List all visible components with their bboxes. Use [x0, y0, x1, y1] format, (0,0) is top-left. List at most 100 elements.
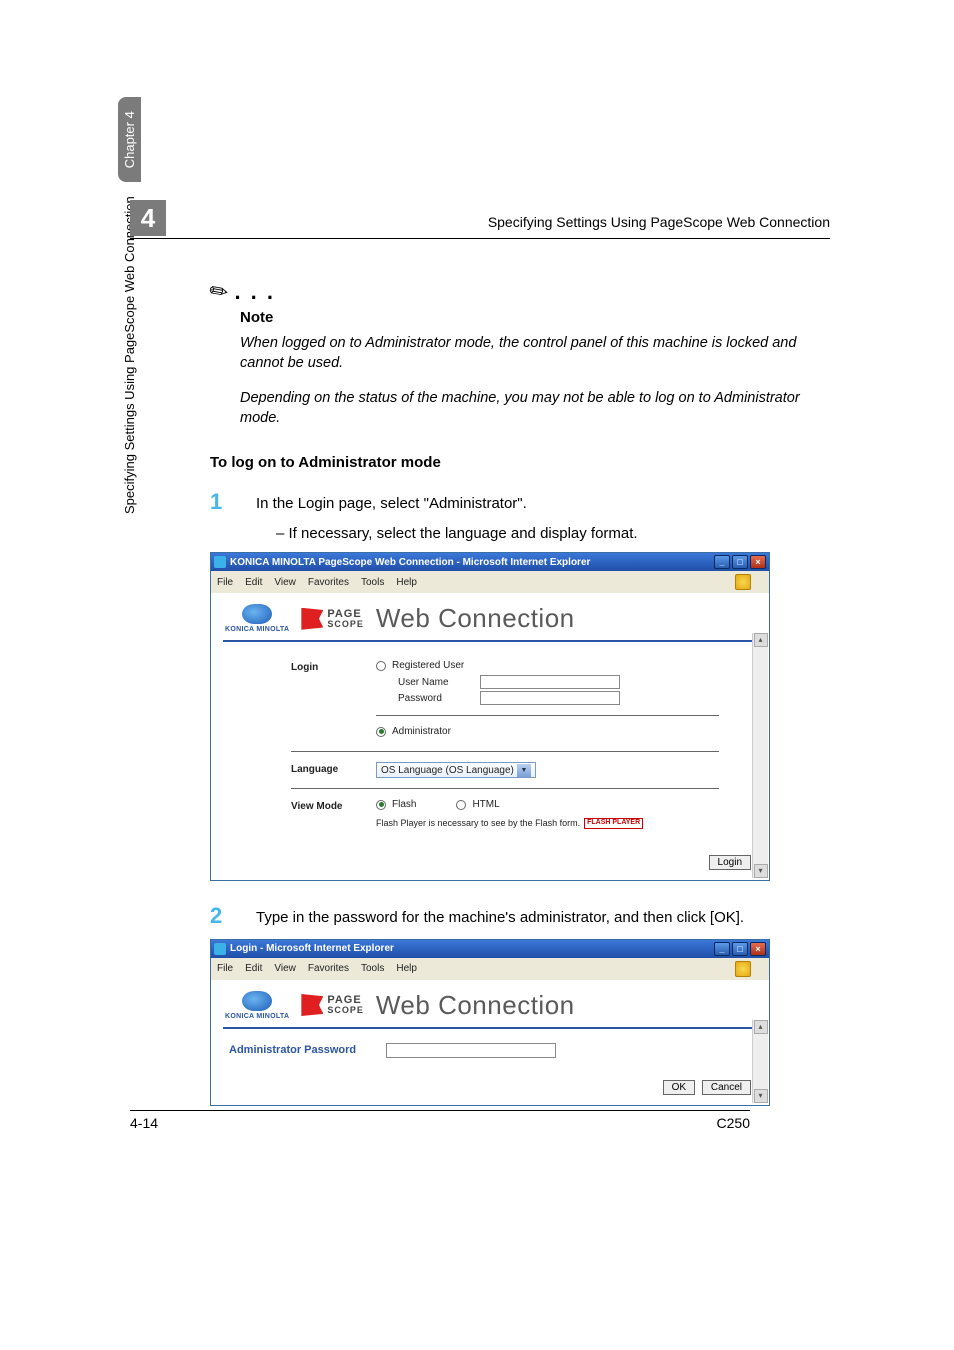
html-label: HTML	[472, 799, 499, 810]
minimize-button[interactable]: _	[714, 555, 730, 569]
globe-icon	[242, 991, 272, 1011]
globe-icon	[242, 604, 272, 624]
web-connection-text: Web Connection	[376, 603, 575, 634]
browser-1-content: ▴ ▾ KONICA MINOLTA PAGE SCOPE Web Connec…	[211, 593, 769, 879]
footer-model: C250	[717, 1115, 750, 1131]
menu-tools[interactable]: Tools	[361, 577, 384, 588]
page-header: 4 Specifying Settings Using PageScope We…	[130, 200, 830, 239]
login-form: Login Registered User User Name Password	[211, 642, 769, 848]
registered-user-label: Registered User	[392, 660, 464, 671]
ps-line2: SCOPE	[327, 1006, 364, 1014]
language-label: Language	[291, 762, 376, 775]
ps-line2: SCOPE	[327, 620, 364, 628]
language-select[interactable]: OS Language (OS Language) ▼	[376, 762, 536, 778]
titlebar-1-text: KONICA MINOLTA PageScope Web Connection …	[230, 557, 714, 568]
maximize-button[interactable]: □	[732, 555, 748, 569]
flash-label: Flash	[392, 799, 416, 810]
scroll-up-button[interactable]: ▴	[754, 633, 768, 647]
menu-file[interactable]: File	[217, 963, 233, 974]
konica-text: KONICA MINOLTA	[225, 1013, 289, 1020]
page-body: 4 Specifying Settings Using PageScope We…	[130, 200, 830, 1128]
banner-1: KONICA MINOLTA PAGE SCOPE Web Connection	[211, 593, 769, 640]
step-1: 1 In the Login page, select "Administrat…	[210, 489, 830, 515]
close-button[interactable]: ×	[750, 942, 766, 956]
chevron-down-icon: ▼	[517, 764, 531, 777]
banner-2: KONICA MINOLTA PAGE SCOPE Web Connection	[211, 980, 769, 1027]
ie-icon	[214, 943, 226, 955]
menu-view[interactable]: View	[274, 963, 296, 974]
footer-page: 4-14	[130, 1115, 158, 1131]
scrollbar[interactable]: ▴ ▾	[752, 1020, 768, 1103]
radio-registered-user[interactable]	[376, 661, 386, 671]
pen-icon: ✎	[204, 276, 234, 308]
menu-view[interactable]: View	[274, 577, 296, 588]
ie-throbber-icon	[735, 574, 751, 590]
admin-password-label: Administrator Password	[229, 1044, 356, 1056]
page-footer: 4-14 C250	[130, 1110, 750, 1131]
menu-favorites[interactable]: Favorites	[308, 577, 349, 588]
note-icon-row: ✎ . . .	[210, 279, 830, 305]
admin-password-input[interactable]	[386, 1043, 556, 1058]
divider-2	[291, 751, 719, 752]
maximize-button[interactable]: □	[732, 942, 748, 956]
menu-edit[interactable]: Edit	[245, 577, 262, 588]
password-label: Password	[398, 693, 468, 704]
side-chapter-label: Chapter 4	[118, 97, 141, 182]
menu-file[interactable]: File	[217, 577, 233, 588]
viewmode-label: View Mode	[291, 799, 376, 812]
radio-flash[interactable]	[376, 800, 386, 810]
flash-note: Flash Player is necessary to see by the …	[376, 818, 580, 828]
flash-player-badge: FLASH PLAYER	[584, 818, 643, 828]
menubar-1: File Edit View Favorites Tools Help	[211, 571, 769, 593]
web-connection-text: Web Connection	[376, 990, 575, 1021]
close-button[interactable]: ×	[750, 555, 766, 569]
flag-icon	[301, 608, 323, 630]
menu-help[interactable]: Help	[396, 963, 417, 974]
ok-button[interactable]: OK	[663, 1080, 695, 1095]
ie-throbber-icon	[735, 961, 751, 977]
titlebar-1: KONICA MINOLTA PageScope Web Connection …	[211, 553, 769, 571]
scrollbar[interactable]: ▴ ▾	[752, 633, 768, 877]
login-label: Login	[291, 660, 376, 673]
ps-line1: PAGE	[327, 608, 361, 620]
step-2: 2 Type in the password for the machine's…	[210, 903, 830, 929]
konica-logo: KONICA MINOLTA	[225, 991, 289, 1020]
username-input[interactable]	[480, 675, 620, 689]
divider-1	[376, 715, 719, 716]
menu-edit[interactable]: Edit	[245, 963, 262, 974]
chapter-number: 4	[130, 200, 166, 236]
flag-icon	[301, 994, 323, 1016]
language-value: OS Language (OS Language)	[381, 765, 514, 776]
step-1-text: In the Login page, select "Administrator…	[256, 489, 830, 515]
step-1-substep: – If necessary, select the language and …	[276, 525, 830, 542]
menu-favorites[interactable]: Favorites	[308, 963, 349, 974]
administrator-label: Administrator	[392, 726, 451, 737]
pagescope-logo: PAGE SCOPE	[301, 608, 364, 630]
scroll-down-button[interactable]: ▾	[754, 1089, 768, 1103]
konica-logo: KONICA MINOLTA	[225, 604, 289, 633]
cancel-button[interactable]: Cancel	[702, 1080, 751, 1095]
browser-window-1: KONICA MINOLTA PageScope Web Connection …	[210, 552, 770, 880]
pagescope-logo: PAGE SCOPE	[301, 994, 364, 1016]
radio-administrator[interactable]	[376, 727, 386, 737]
divider-3	[291, 788, 719, 789]
titlebar-2-text: Login - Microsoft Internet Explorer	[230, 943, 714, 954]
login-button[interactable]: Login	[709, 855, 751, 870]
password-input[interactable]	[480, 691, 620, 705]
header-title: Specifying Settings Using PageScope Web …	[178, 214, 830, 236]
note-paragraph-1: When logged on to Administrator mode, th…	[240, 334, 830, 373]
scroll-down-button[interactable]: ▾	[754, 864, 768, 878]
step-2-number: 2	[210, 903, 256, 929]
menu-tools[interactable]: Tools	[361, 963, 384, 974]
scroll-up-button[interactable]: ▴	[754, 1020, 768, 1034]
minimize-button[interactable]: _	[714, 942, 730, 956]
browser-2-content: ▴ ▾ KONICA MINOLTA PAGE SCOPE Web Connec…	[211, 980, 769, 1105]
step-1-substep-text: If necessary, select the language and di…	[289, 525, 638, 542]
titlebar-2: Login - Microsoft Internet Explorer _ □ …	[211, 940, 769, 958]
radio-html[interactable]	[456, 800, 466, 810]
konica-text: KONICA MINOLTA	[225, 626, 289, 633]
note-paragraph-2: Depending on the status of the machine, …	[240, 389, 830, 428]
ie-icon	[214, 556, 226, 568]
step-2-text: Type in the password for the machine's a…	[256, 903, 830, 929]
menu-help[interactable]: Help	[396, 577, 417, 588]
